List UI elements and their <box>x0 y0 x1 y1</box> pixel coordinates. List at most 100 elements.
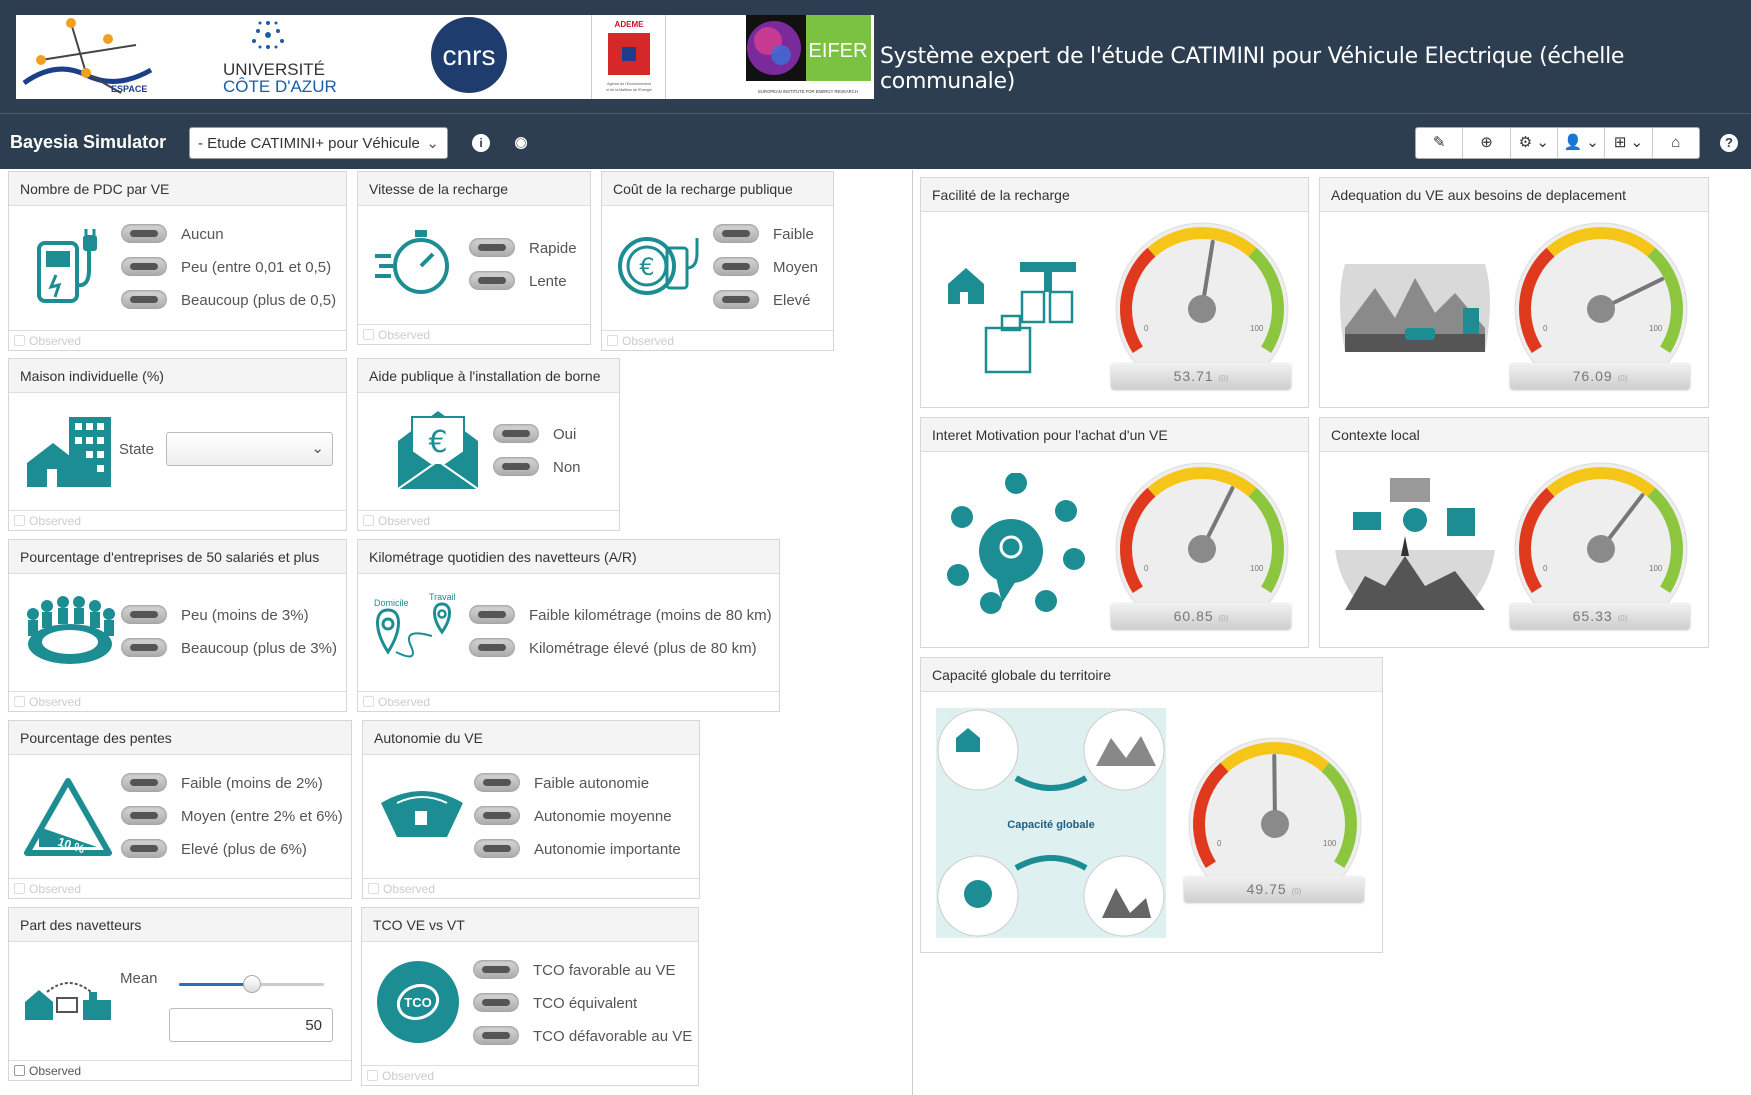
checkbox-box <box>363 696 374 707</box>
navetteurs-slider[interactable] <box>179 975 324 993</box>
toggle-switch[interactable] <box>121 773 167 792</box>
observed-checkbox[interactable]: Observed <box>602 330 833 350</box>
option-row[interactable]: Peu (entre 0,01 et 0,5) <box>121 257 331 276</box>
option-row[interactable]: Faible kilométrage (moins de 80 km) <box>469 605 772 624</box>
toggle-switch[interactable] <box>473 993 519 1012</box>
panel-aide: Aide publique à l'installation de borne … <box>357 358 620 531</box>
help-icon[interactable]: ? <box>1720 134 1738 152</box>
ademe-logo: ADEME Agence de l'Environnement et de la… <box>591 15 666 99</box>
checkbox-box <box>14 335 25 346</box>
toggle-switch[interactable] <box>474 839 520 858</box>
app-name: Bayesia Simulator <box>10 132 167 152</box>
observed-checkbox[interactable]: Observed <box>9 878 351 898</box>
chevron-down-icon: ⌄ <box>426 135 439 152</box>
observed-checkbox[interactable]: Observed <box>9 691 346 711</box>
user-button[interactable]: 👤 ⌄ <box>1558 128 1606 158</box>
panel-title: Vitesse de la recharge <box>358 172 590 206</box>
toggle-switch[interactable] <box>713 290 759 309</box>
panel-title: Facilité de la recharge <box>921 178 1308 212</box>
toggle-switch[interactable] <box>121 638 167 657</box>
observed-checkbox[interactable]: Observed <box>363 878 699 898</box>
option-row[interactable]: Oui <box>493 424 576 443</box>
toggle-switch[interactable] <box>121 806 167 825</box>
network-select[interactable]: - Etude CATIMINI+ pour Véhicule ⌄ <box>189 127 448 159</box>
option-row[interactable]: Lente <box>469 271 567 290</box>
option-row[interactable]: Faible (moins de 2%) <box>121 773 323 792</box>
gauge-hub <box>1188 535 1216 563</box>
option-row[interactable]: Rapide <box>469 238 577 257</box>
checkbox-box <box>607 335 618 346</box>
toggle-switch[interactable] <box>469 238 515 257</box>
work-label: Travail <box>429 592 456 602</box>
option-row[interactable]: Elevé (plus de 6%) <box>121 839 307 858</box>
option-row[interactable]: Non <box>493 457 581 476</box>
toggle-switch[interactable] <box>469 638 515 657</box>
option-row[interactable]: TCO favorable au VE <box>473 960 676 979</box>
option-row[interactable]: Autonomie moyenne <box>474 806 672 825</box>
dashboard-range-icon <box>381 791 463 837</box>
observed-checkbox[interactable]: Observed <box>358 324 590 344</box>
toggle-switch[interactable] <box>473 960 519 979</box>
observed-checkbox[interactable]: Observed <box>9 330 346 350</box>
toggle-switch[interactable] <box>713 224 759 243</box>
toggle-switch[interactable] <box>121 257 167 276</box>
toggle-switch[interactable] <box>121 224 167 243</box>
option-label: Aucun <box>181 226 224 243</box>
toggle-switch[interactable] <box>121 839 167 858</box>
gauge-max-label: 100 <box>1250 324 1264 333</box>
panel-title: Pourcentage des pentes <box>9 721 351 755</box>
option-row[interactable]: Autonomie importante <box>474 839 681 858</box>
gauge-hub <box>1188 295 1216 323</box>
toggle-switch[interactable] <box>474 773 520 792</box>
toggle-switch[interactable] <box>121 605 167 624</box>
toggle-switch[interactable] <box>469 605 515 624</box>
observed-label: Observed <box>29 695 82 709</box>
gauge-hub <box>1261 810 1289 838</box>
option-row[interactable]: Beaucoup (plus de 0,5) <box>121 290 336 309</box>
toggle-switch[interactable] <box>469 271 515 290</box>
option-row[interactable]: TCO défavorable au VE <box>473 1026 692 1045</box>
observed-checkbox[interactable]: Observed <box>9 510 346 530</box>
panel-title: Maison individuelle (%) <box>9 359 346 393</box>
add-button[interactable]: ⊕ <box>1463 128 1511 158</box>
toggle-switch[interactable] <box>474 806 520 825</box>
option-row[interactable]: Aucun <box>121 224 224 243</box>
observed-label: Observed <box>382 1069 435 1083</box>
option-label: Lente <box>529 273 567 290</box>
panel-title: Interet Motivation pour l'achat d'un VE <box>921 418 1308 452</box>
home-button[interactable]: ⌂ <box>1653 128 1699 158</box>
gauge-value-display: 53.71 (0) <box>1111 363 1291 389</box>
option-row[interactable]: Faible autonomie <box>474 773 649 792</box>
observed-checkbox[interactable]: Observed <box>362 1065 698 1085</box>
option-row[interactable]: Faible <box>713 224 814 243</box>
observed-checkbox[interactable]: Observed <box>358 510 619 530</box>
option-row[interactable]: Moyen (entre 2% et 6%) <box>121 806 343 825</box>
option-row[interactable]: Moyen <box>713 257 818 276</box>
option-row[interactable]: Peu (moins de 3%) <box>121 605 309 624</box>
option-label: TCO favorable au VE <box>533 962 676 979</box>
observed-checkbox[interactable]: Observed <box>358 691 779 711</box>
toggle-switch[interactable] <box>121 290 167 309</box>
settings-button[interactable]: ⚙ ⌄ <box>1511 128 1558 158</box>
state-select[interactable]: ⌄ <box>166 432 333 466</box>
toggle-switch[interactable] <box>473 1026 519 1045</box>
info-icon[interactable]: i <box>472 134 490 152</box>
toggle-switch[interactable] <box>713 257 759 276</box>
option-row[interactable]: Elevé <box>713 290 811 309</box>
toggle-switch[interactable] <box>493 457 539 476</box>
network-button[interactable]: ⊞ ⌄ <box>1605 128 1653 158</box>
checkbox-box <box>14 883 25 894</box>
option-row[interactable]: Kilométrage élevé (plus de 80 km) <box>469 638 757 657</box>
eye-icon[interactable]: ◉ <box>512 134 530 152</box>
gauge-max-label: 100 <box>1250 564 1264 573</box>
navetteurs-value-input[interactable]: 50 <box>169 1008 333 1042</box>
eraser-button[interactable]: ✎ <box>1416 128 1464 158</box>
slider-handle[interactable] <box>242 975 261 993</box>
checkbox-box <box>368 883 379 894</box>
option-row[interactable]: Beaucoup (plus de 3%) <box>121 638 337 657</box>
toggle-switch[interactable] <box>493 424 539 443</box>
gauge-max-label: 100 <box>1649 564 1663 573</box>
option-row[interactable]: TCO équivalent <box>473 993 637 1012</box>
observed-checkbox[interactable]: Observed <box>9 1060 351 1080</box>
gauge-value-display: 49.75 (0) <box>1184 876 1364 902</box>
